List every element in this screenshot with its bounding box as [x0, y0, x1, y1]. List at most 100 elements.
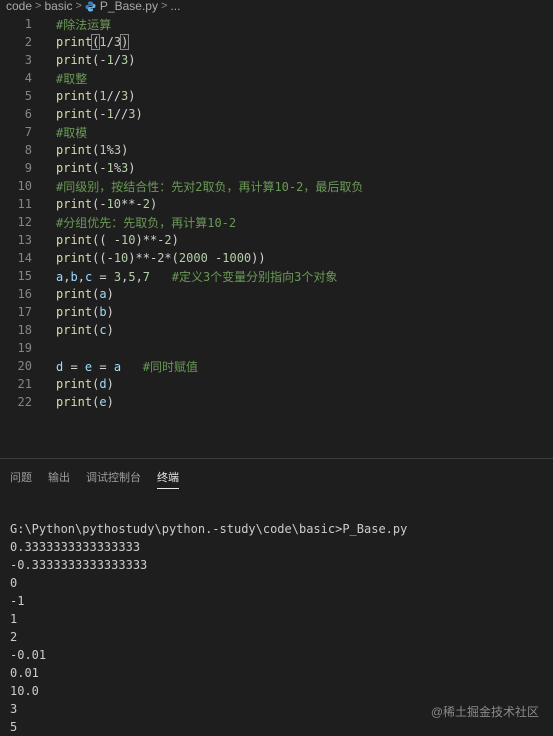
code-token: (-	[92, 197, 107, 211]
code-token: print	[56, 377, 93, 391]
code-token: /	[106, 35, 114, 49]
code-token: )	[120, 34, 130, 50]
code-token: a	[99, 287, 107, 301]
code-token: 5	[128, 269, 136, 284]
breadcrumb-item-basic[interactable]: basic	[44, 0, 72, 13]
code-token: d	[99, 377, 107, 391]
line-number: 9	[24, 161, 32, 175]
code-text: print(-1/3)	[56, 53, 136, 67]
code-line[interactable]: 20 d = e = a #同时赋值	[0, 357, 553, 375]
code-token: (-	[92, 53, 107, 67]
code-token: b	[99, 305, 107, 319]
code-text: print(b)	[56, 305, 114, 319]
code-line[interactable]: 10 #同级别，按结合性：先对2取负，再计算10-2，最后取负	[0, 177, 553, 195]
code-token: ((-	[92, 251, 114, 265]
terminal-line: 1	[10, 612, 18, 626]
code-token: #取模	[56, 125, 88, 140]
code-token: **-	[121, 197, 143, 211]
code-line[interactable]: 6 print(-1//3)	[0, 105, 553, 123]
panel-tab-bar: 问题 输出 调试控制台 终端	[0, 459, 553, 495]
code-token: )	[106, 377, 114, 391]
tab-terminal[interactable]: 终端	[157, 459, 179, 495]
code-text: print(-1%3)	[56, 161, 136, 175]
line-number: 10	[17, 179, 32, 193]
code-line[interactable]: 3 print(-1/3)	[0, 51, 553, 69]
line-number: 8	[24, 143, 32, 157]
code-line[interactable]: 17 print(b)	[0, 303, 553, 321]
breadcrumb-item-code[interactable]: code	[6, 0, 32, 13]
code-line[interactable]: 11 print(-10**-2)	[0, 195, 553, 213]
code-line[interactable]: 1 #除法运算	[0, 15, 553, 33]
code-token: )	[135, 107, 143, 121]
code-token: 7	[142, 269, 151, 284]
code-token: print	[56, 53, 93, 67]
code-token: 1	[99, 35, 107, 49]
code-token: print	[56, 143, 93, 157]
terminal-line: -1	[10, 594, 25, 608]
terminal-line: 5	[10, 720, 18, 734]
code-line[interactable]: 15 a,b,c = 3,5,7 #定义3个变量分别指向3个对象	[0, 267, 553, 285]
code-text: print(( -10)**-2)	[56, 233, 179, 247]
code-text: d = e = a #同时赋值	[56, 358, 198, 375]
breadcrumb: code > basic > P_Base.py > ...	[0, 0, 553, 13]
code-token: e	[99, 395, 107, 409]
code-token: **-	[142, 233, 165, 247]
code-line[interactable]: 22 print(e)	[0, 393, 553, 411]
tab-problems[interactable]: 问题	[10, 459, 32, 495]
watermark: @稀土掘金技术社区	[430, 705, 539, 719]
code-text: #分组优先：先取负，再计算10-2	[56, 214, 236, 231]
line-number: 16	[17, 287, 32, 301]
code-editor[interactable]: 1 #除法运算 2 print(1/3) 3 print(-1/3) 4 #取整 5 print(…	[0, 13, 553, 458]
code-line[interactable]: 14 print((-10)**-2*(2000 -1000))	[0, 249, 553, 267]
code-token: )	[106, 395, 114, 409]
code-token: )	[128, 161, 136, 175]
line-number: 20	[17, 359, 32, 373]
terminal-line: -0.01	[10, 648, 47, 662]
code-token: print	[56, 233, 93, 247]
code-text: print(-1//3)	[56, 107, 143, 121]
code-token: print	[56, 395, 93, 409]
line-number: 2	[24, 35, 32, 49]
code-text: print(1//3)	[56, 89, 136, 103]
code-text: print(a)	[56, 287, 114, 301]
code-line[interactable]: 16 print(a)	[0, 285, 553, 303]
code-line[interactable]: 12 #分组优先：先取负，再计算10-2	[0, 213, 553, 231]
line-number: 11	[17, 197, 32, 211]
code-text: #除法运算	[56, 16, 111, 33]
code-line[interactable]: 2 print(1/3)	[0, 33, 553, 51]
terminal-line: 0.3333333333333333	[10, 540, 141, 554]
code-line[interactable]: 8 print(1%3)	[0, 141, 553, 159]
code-token: )	[128, 53, 136, 67]
code-token: =	[92, 359, 114, 374]
code-token: 10	[106, 197, 122, 211]
code-line[interactable]: 21 print(d)	[0, 375, 553, 393]
code-token: print	[56, 35, 93, 49]
code-text: #同级别，按结合性：先对2取负，再计算10-2，最后取负	[56, 178, 363, 195]
line-number: 14	[17, 251, 32, 265]
code-line[interactable]: 9 print(-1%3)	[0, 159, 553, 177]
line-number: 18	[17, 323, 32, 337]
code-text: #取整	[56, 70, 87, 87]
code-token: /	[113, 53, 122, 67]
code-token: #同级别，按结合性：先对2取负，再计算10-2，最后取负	[56, 179, 364, 194]
code-token: 2000	[178, 251, 208, 265]
code-token: )	[121, 143, 129, 157]
code-line[interactable]: 13 print(( -10)**-2)	[0, 231, 553, 249]
code-token: #除法运算	[56, 17, 112, 32]
code-line[interactable]: 18 print(c)	[0, 321, 553, 339]
line-number: 7	[24, 125, 32, 139]
code-token: print	[56, 287, 93, 301]
code-line[interactable]: 7 #取模	[0, 123, 553, 141]
tab-output[interactable]: 输出	[48, 459, 70, 495]
code-token: )	[171, 233, 179, 247]
code-line[interactable]: 4 #取整	[0, 69, 553, 87]
breadcrumb-item-more[interactable]: ...	[170, 0, 180, 13]
code-token: 2	[164, 233, 172, 247]
code-line[interactable]: 5 print(1//3)	[0, 87, 553, 105]
breadcrumb-item-file[interactable]: P_Base.py	[100, 0, 158, 13]
code-token: c	[99, 323, 107, 337]
code-line[interactable]: 19	[0, 339, 553, 357]
code-token: (( -	[92, 233, 122, 247]
tab-debug-console[interactable]: 调试控制台	[86, 459, 141, 495]
